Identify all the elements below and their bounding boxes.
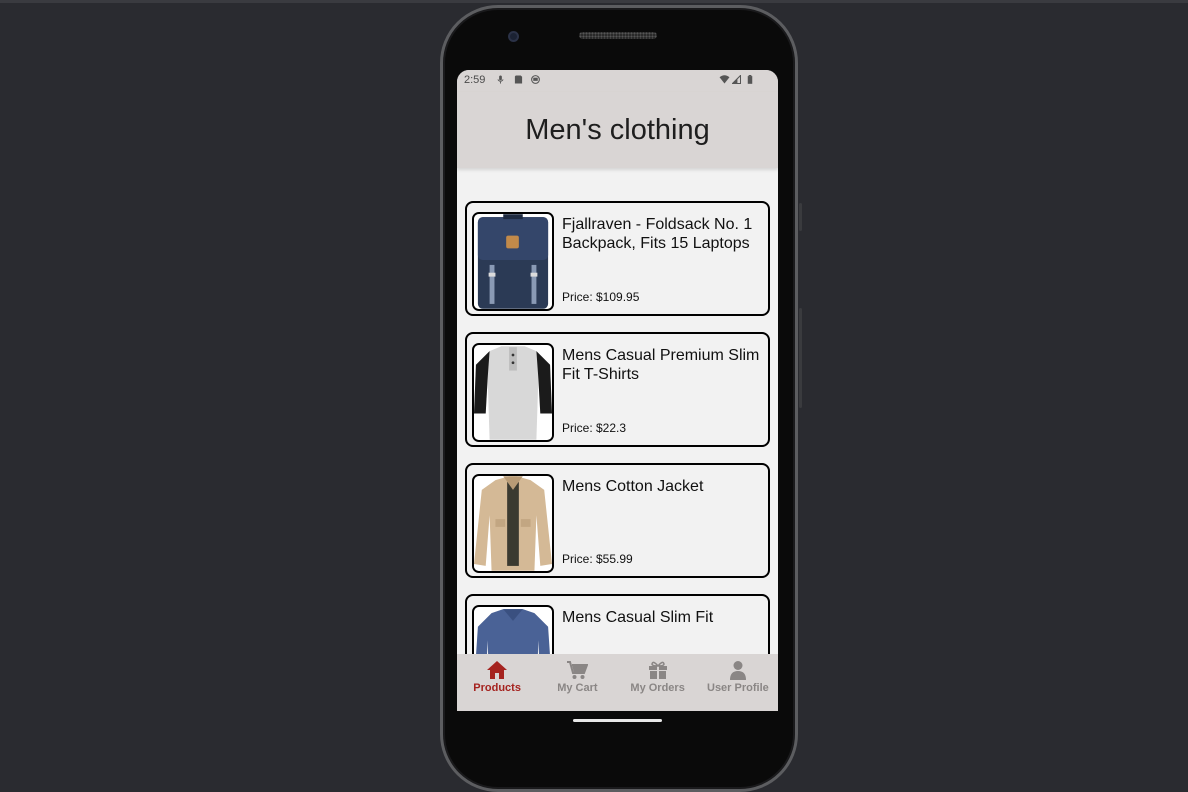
home-gesture-bar[interactable] [573,719,662,722]
product-card[interactable]: Fjallraven - Foldsack No. 1 Backpack, Fi… [465,201,770,316]
nav-orders-label: My Orders [630,682,685,694]
front-camera [508,31,519,42]
nav-products-label: Products [473,682,521,694]
product-price: Price: $55.99 [562,552,633,566]
long-sleeve-shirt-image [474,607,552,654]
product-card[interactable]: Mens Cotton Jacket Price: $55.99 [465,463,770,578]
cart-icon [567,661,589,679]
product-price: Price: $109.95 [562,290,640,304]
product-image [472,343,554,442]
window-top-edge [0,0,1188,3]
product-title: Mens Cotton Jacket [562,478,704,495]
product-image [472,605,554,654]
sd-card-icon [514,75,523,84]
nav-orders[interactable]: My Orders [618,654,698,711]
product-title: Mens Casual Slim Fit [562,609,714,626]
earpiece-speaker [579,32,657,39]
backpack-image [474,214,552,309]
cell-signal-icon [732,75,741,84]
nav-cart[interactable]: My Cart [537,654,617,711]
product-title: Mens Casual Premium Slim Fit T-Shirts [562,347,760,383]
jacket-image [474,476,552,571]
status-time: 2:59 [464,74,486,86]
page-title: Men's clothing [525,113,710,146]
nav-products[interactable]: Products [457,654,537,711]
phone-screen: 2:59 Men's clothing Fjallraven - Foldsac… [457,70,778,711]
mic-icon [497,75,504,84]
bottom-navigation: Products My Cart My Orders User Profile [457,654,778,711]
wifi-icon [719,75,730,84]
t-shirt-image [474,345,552,440]
volume-button[interactable] [799,308,802,408]
app-notification-icon [531,75,540,84]
status-bar: 2:59 [457,70,778,92]
product-price: Price: $22.3 [562,421,627,435]
home-icon [487,661,508,679]
product-image [472,474,554,573]
product-card[interactable]: Mens Casual Premium Slim Fit T-Shirts Pr… [465,332,770,447]
gift-icon [648,661,667,679]
battery-icon [747,75,753,84]
user-icon [729,661,746,680]
product-image [472,212,554,311]
product-list[interactable]: Fjallraven - Foldsack No. 1 Backpack, Fi… [457,168,778,654]
nav-profile-label: User Profile [707,682,769,694]
product-card[interactable]: Mens Casual Slim Fit [465,594,770,654]
product-title: Fjallraven - Foldsack No. 1 Backpack, Fi… [562,216,753,252]
power-button[interactable] [799,203,802,231]
nav-profile[interactable]: User Profile [698,654,778,711]
app-header: Men's clothing [457,92,778,168]
nav-cart-label: My Cart [557,682,598,694]
